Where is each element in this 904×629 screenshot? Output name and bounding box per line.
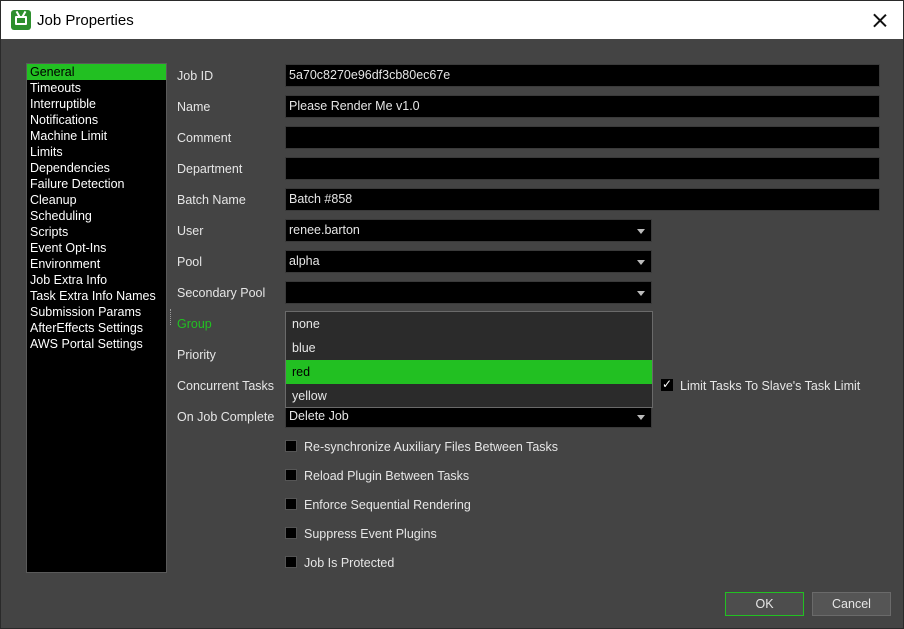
comment-field[interactable] <box>285 126 880 149</box>
name-label: Name <box>177 100 211 114</box>
department-label: Department <box>177 162 243 176</box>
category-list: General Timeouts Interruptible Notificat… <box>26 63 167 573</box>
enforce-sequential-label: Enforce Sequential Rendering <box>304 498 471 512</box>
secondary-pool-label: Secondary Pool <box>177 286 266 300</box>
department-field[interactable] <box>285 157 880 180</box>
user-value: renee.barton <box>289 223 360 237</box>
job-properties-dialog: Job Properties General Timeouts Interrup… <box>0 0 904 629</box>
close-icon[interactable] <box>857 1 903 39</box>
sidebar-item-cleanup[interactable]: Cleanup <box>27 192 166 208</box>
pool-label: Pool <box>177 255 203 269</box>
job-id-label: Job ID <box>177 69 214 83</box>
sidebar-item-limits[interactable]: Limits <box>27 144 166 160</box>
on-job-complete-value: Delete Job <box>289 409 349 423</box>
on-job-complete-combobox[interactable]: Delete Job <box>285 405 652 428</box>
sidebar-item-failure-detection[interactable]: Failure Detection <box>27 176 166 192</box>
group-dropdown-list: none blue red yellow <box>285 311 653 408</box>
priority-label: Priority <box>177 348 216 362</box>
sidebar-item-scripts[interactable]: Scripts <box>27 224 166 240</box>
sidebar-item-aws-portal-settings[interactable]: AWS Portal Settings <box>27 336 166 352</box>
comment-label: Comment <box>177 131 232 145</box>
focus-indicator <box>170 309 171 325</box>
limit-tasks-checkbox[interactable]: ✓ <box>661 378 673 391</box>
group-option-yellow[interactable]: yellow <box>286 384 652 408</box>
secondary-pool-combobox[interactable] <box>285 281 652 304</box>
sidebar-item-scheduling[interactable]: Scheduling <box>27 208 166 224</box>
sidebar-item-dependencies[interactable]: Dependencies <box>27 160 166 176</box>
sidebar-item-environment[interactable]: Environment <box>27 256 166 272</box>
resync-aux-files-checkbox[interactable] <box>285 440 297 452</box>
job-protected-checkbox[interactable] <box>285 556 297 568</box>
group-option-blue[interactable]: blue <box>286 336 652 360</box>
sidebar-item-task-extra-info-names[interactable]: Task Extra Info Names <box>27 288 166 304</box>
sidebar-item-notifications[interactable]: Notifications <box>27 112 166 128</box>
chevron-down-icon <box>637 260 645 265</box>
resync-aux-files-label: Re-synchronize Auxiliary Files Between T… <box>304 440 559 454</box>
chevron-down-icon <box>637 229 645 234</box>
chevron-down-icon <box>637 415 645 420</box>
name-field[interactable]: Please Render Me v1.0 <box>285 95 880 118</box>
window-title: Job Properties <box>37 12 134 29</box>
enforce-sequential-checkbox[interactable] <box>285 498 297 510</box>
group-label: Group <box>177 317 212 331</box>
sidebar-item-timeouts[interactable]: Timeouts <box>27 80 166 96</box>
app-tv-icon <box>11 10 31 30</box>
ok-button[interactable]: OK <box>725 592 804 616</box>
job-id-field[interactable]: 5a70c8270e96df3cb80ec67e <box>285 64 880 87</box>
limit-tasks-label: Limit Tasks To Slave's Task Limit <box>680 379 861 393</box>
user-label: User <box>177 224 204 238</box>
sidebar-item-interruptible[interactable]: Interruptible <box>27 96 166 112</box>
sidebar-item-submission-params[interactable]: Submission Params <box>27 304 166 320</box>
sidebar-item-aftereffects-settings[interactable]: AfterEffects Settings <box>27 320 166 336</box>
cancel-button[interactable]: Cancel <box>812 592 891 616</box>
on-job-complete-label: On Job Complete <box>177 410 275 424</box>
reload-plugin-checkbox[interactable] <box>285 469 297 481</box>
pool-value: alpha <box>289 254 320 268</box>
reload-plugin-label: Reload Plugin Between Tasks <box>304 469 470 483</box>
title-bar: Job Properties <box>1 1 903 39</box>
group-option-none[interactable]: none <box>286 312 652 336</box>
group-option-red[interactable]: red <box>286 360 652 384</box>
sidebar-item-machine-limit[interactable]: Machine Limit <box>27 128 166 144</box>
chevron-down-icon <box>637 291 645 296</box>
sidebar-item-event-opt-ins[interactable]: Event Opt-Ins <box>27 240 166 256</box>
user-combobox[interactable]: renee.barton <box>285 219 652 242</box>
suppress-event-plugins-label: Suppress Event Plugins <box>304 527 437 541</box>
batch-name-label: Batch Name <box>177 193 246 207</box>
pool-combobox[interactable]: alpha <box>285 250 652 273</box>
sidebar-item-general[interactable]: General <box>27 64 166 80</box>
sidebar-item-job-extra-info[interactable]: Job Extra Info <box>27 272 166 288</box>
suppress-event-plugins-checkbox[interactable] <box>285 527 297 539</box>
batch-name-field[interactable]: Batch #858 <box>285 188 880 211</box>
job-protected-label: Job Is Protected <box>304 556 395 570</box>
concurrent-tasks-label: Concurrent Tasks <box>177 379 275 393</box>
